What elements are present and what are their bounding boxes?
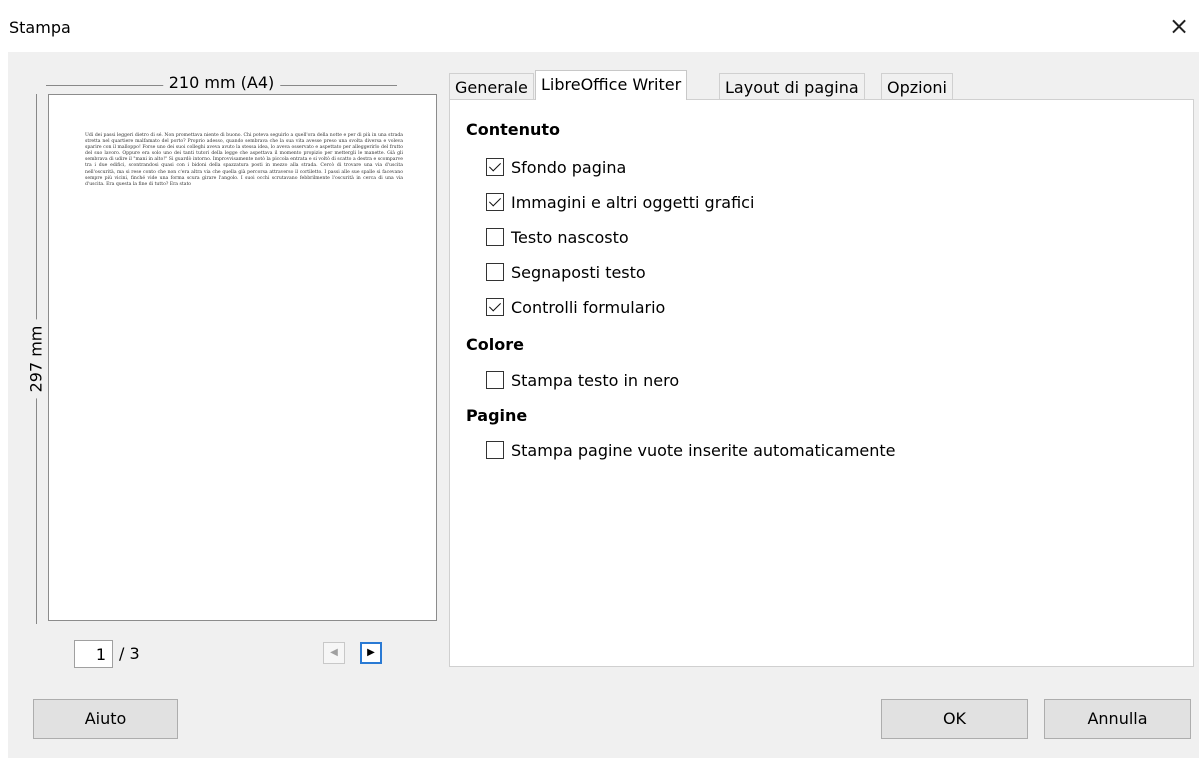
checkbox-label: Immagini e altri oggetti grafici: [511, 192, 755, 212]
dialog-body: 210 mm (A4) 297 mm Udì dei passi leggeri…: [8, 52, 1199, 758]
ok-button[interactable]: OK: [881, 699, 1028, 739]
tab-layout-di-pagina[interactable]: Layout di pagina: [719, 73, 865, 100]
checkbox-immagini[interactable]: Immagini e altri oggetti grafici: [486, 190, 754, 214]
height-dimension: 297 mm: [24, 94, 48, 624]
checkbox-box[interactable]: [486, 441, 504, 459]
preview-page-text: Udì dei passi leggeri dietro di sé. Non …: [85, 133, 403, 187]
checkbox-label: Stampa pagine vuote inserite automaticam…: [511, 440, 896, 460]
chevron-right-icon: ▶: [367, 647, 375, 658]
checkbox-box[interactable]: [486, 298, 504, 316]
title-bar: Stampa ×: [0, 0, 1199, 52]
section-colore-title: Colore: [466, 335, 524, 354]
page-number-input[interactable]: 1: [74, 640, 113, 668]
checkbox-label: Segnaposti testo: [511, 262, 646, 282]
width-dimension-label: 210 mm (A4): [162, 73, 281, 92]
close-icon[interactable]: ×: [1165, 12, 1193, 40]
tab-libreoffice-writer[interactable]: LibreOffice Writer: [535, 70, 688, 100]
checkbox-label: Testo nascosto: [511, 227, 629, 247]
checkbox-box[interactable]: [486, 263, 504, 281]
checkbox-box[interactable]: [486, 158, 504, 176]
checkbox-label: Stampa testo in nero: [511, 370, 680, 390]
checkbox-testo-nascosto[interactable]: Testo nascosto: [486, 225, 629, 249]
checkbox-box[interactable]: [486, 371, 504, 389]
window-title: Stampa: [9, 18, 71, 37]
previous-page-button[interactable]: ◀: [323, 642, 345, 664]
section-pagine-title: Pagine: [466, 406, 528, 425]
tab-panel-libreoffice-writer: Contenuto Sfondo pagina Immagini e altri…: [449, 99, 1194, 667]
page-total-label: / 3: [119, 644, 140, 663]
checkbox-stampa-testo-nero[interactable]: Stampa testo in nero: [486, 368, 679, 392]
help-button[interactable]: Aiuto: [33, 699, 178, 739]
cancel-button[interactable]: Annulla: [1044, 699, 1191, 739]
next-page-button[interactable]: ▶: [360, 642, 382, 664]
tab-opzioni[interactable]: Opzioni: [881, 73, 953, 100]
checkbox-sfondo-pagina[interactable]: Sfondo pagina: [486, 155, 626, 179]
checkbox-label: Controlli formulario: [511, 297, 666, 317]
section-contenuto-title: Contenuto: [466, 120, 561, 139]
checkbox-segnaposti-testo[interactable]: Segnaposti testo: [486, 260, 646, 284]
height-dimension-label: 297 mm: [26, 319, 46, 399]
checkbox-label: Sfondo pagina: [511, 157, 627, 177]
chevron-left-icon: ◀: [330, 647, 338, 658]
checkbox-box[interactable]: [486, 193, 504, 211]
checkbox-box[interactable]: [486, 228, 504, 246]
tab-generale[interactable]: Generale: [449, 73, 534, 100]
print-preview-page: Udì dei passi leggeri dietro di sé. Non …: [48, 94, 437, 621]
checkbox-stampa-pagine-vuote[interactable]: Stampa pagine vuote inserite automaticam…: [486, 438, 896, 462]
checkbox-controlli-formulario[interactable]: Controlli formulario: [486, 295, 665, 319]
